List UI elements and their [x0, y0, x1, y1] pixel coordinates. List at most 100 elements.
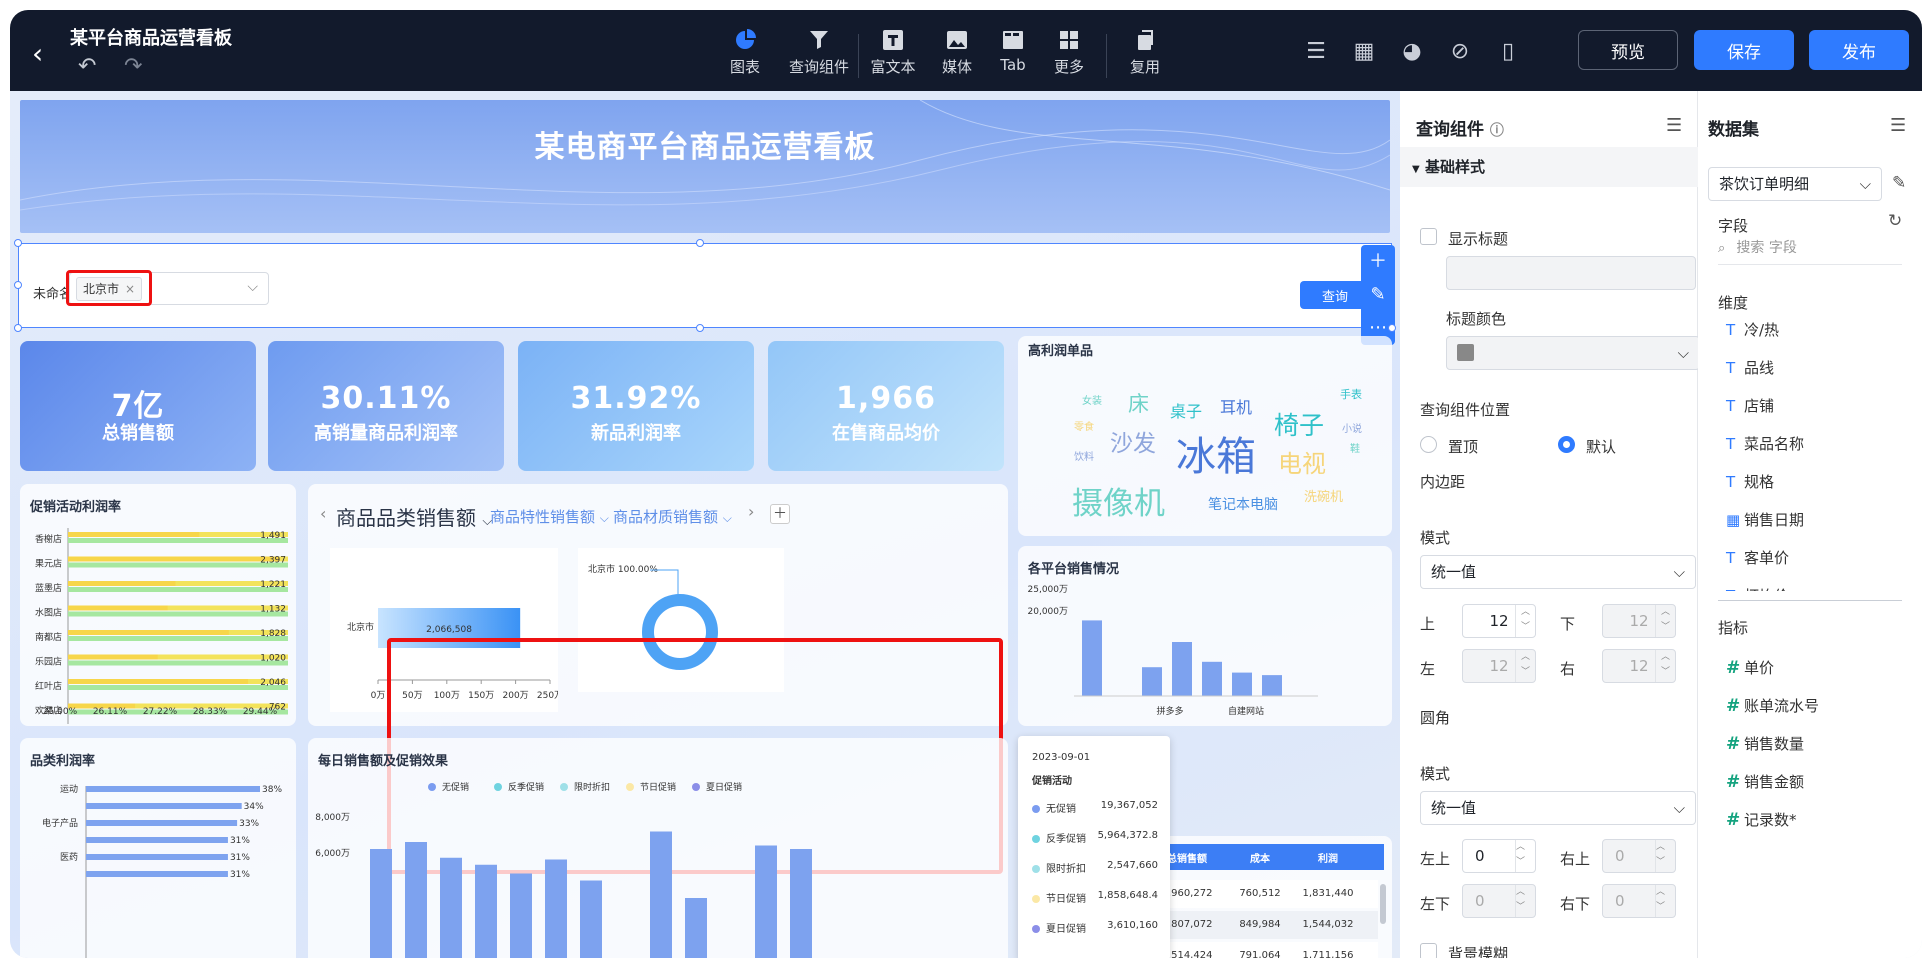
measure-field[interactable]: # 账单流水号 [1726, 695, 1819, 716]
radius-tl-stepper[interactable]: 0 ︿ ﹀ [1462, 839, 1536, 873]
search-field[interactable]: ⌕ 搜索 字段 [1718, 237, 1902, 265]
query-button[interactable]: 查询 [1300, 281, 1370, 309]
chevron-down-icon[interactable]: ⌵ [247, 279, 258, 295]
measure-field[interactable]: # 记录数* [1726, 809, 1797, 830]
tool-chart[interactable]: 图表 [710, 20, 780, 77]
measure-field[interactable]: # 单价 [1726, 657, 1774, 678]
chevron-down-icon: ⌵ [1673, 563, 1685, 581]
redo-icon[interactable]: ↷ [124, 54, 142, 79]
stepper-arrows[interactable]: ︿ ﹀ [1655, 885, 1675, 917]
edit-icon[interactable]: ✎ [1892, 173, 1906, 193]
info-icon[interactable]: ⓘ [1490, 123, 1504, 139]
y-tick-label: 香榭店 [35, 533, 62, 545]
add-tab-button[interactable]: ＋ [770, 504, 790, 524]
dimension-field[interactable]: T 规格 [1726, 471, 1774, 492]
category-profit-card: 品类利润率 运动 38% 34% 电子产品 33% 31% 医药 31% 31% [20, 738, 296, 958]
tab-item[interactable]: 商品特性销售额 ⌵ [490, 506, 609, 527]
radius-mode-select[interactable]: 统一值 ⌵ [1420, 791, 1696, 825]
tool-more[interactable]: 更多 [1034, 20, 1104, 77]
tool-reuse[interactable]: 复用 [1110, 20, 1180, 77]
resize-handle[interactable] [14, 324, 22, 332]
publish-button[interactable]: 发布 [1809, 30, 1909, 70]
eye-off-icon[interactable]: ⊘ [1446, 38, 1474, 66]
sliders-icon[interactable]: ☰ [1302, 38, 1330, 66]
resize-handle[interactable] [696, 324, 704, 332]
resize-handle[interactable] [1388, 324, 1396, 332]
back-icon[interactable]: ‹ [32, 36, 68, 72]
kpi-value: 1,966 [836, 381, 936, 416]
padding-bottom-stepper[interactable]: 12 ︿ ﹀ [1602, 604, 1676, 638]
palette-icon[interactable]: ◕ [1398, 38, 1426, 66]
padding-left-stepper[interactable]: 12 ︿ ﹀ [1462, 649, 1536, 683]
dimension-field[interactable]: T杯均价 [1726, 585, 1789, 591]
title-color-select[interactable]: ⌵ [1446, 336, 1700, 370]
dataset-select[interactable]: 茶饮订单明细 ⌵ [1708, 167, 1882, 201]
data-label: 1,221 [260, 580, 286, 590]
padding-right-stepper[interactable]: 12 ︿ ﹀ [1602, 649, 1676, 683]
layout-icon[interactable]: ▦ [1350, 38, 1378, 66]
tool-richtext[interactable]: 富文本 [858, 20, 928, 77]
app-window: ‹ 某平台商品运营看板 ↶ ↷ 图表 查询组件 富文本 媒体 Tab 更多 复用… [10, 10, 1922, 958]
show-title-checkbox[interactable] [1420, 228, 1437, 245]
resize-handle[interactable] [14, 239, 22, 247]
stepper-arrows[interactable]: ︿ ﹀ [1655, 840, 1675, 872]
resize-handle[interactable] [696, 239, 704, 247]
wordcloud-card: 高利润单品 冰箱 摄像机 椅子 电视 沙发 床 桌子 耳机 笔记本电脑 洗碗机 … [1018, 336, 1392, 536]
bar [68, 654, 158, 660]
kpi-label: 总销售额 [102, 423, 174, 444]
section-header[interactable]: ▼ 基础样式 [1400, 147, 1698, 187]
y-tick-label: 运动 [60, 784, 78, 795]
bar [86, 871, 228, 877]
measure-field[interactable]: # 销售金额 [1726, 771, 1804, 792]
dimension-field[interactable]: T 品线 [1726, 357, 1774, 378]
tab-icon [1003, 31, 1023, 49]
stepper-arrows[interactable]: ︿ ﹀ [1515, 650, 1535, 682]
tab-next-icon[interactable]: › [748, 502, 754, 521]
edit-icon[interactable]: ✎ [1361, 278, 1395, 311]
tool-query[interactable]: 查询组件 [784, 20, 854, 77]
dimension-field[interactable]: T 客单价 [1726, 547, 1789, 568]
tab-prev-icon[interactable]: ‹ [320, 504, 326, 523]
preview-button[interactable]: 预览 [1578, 30, 1678, 70]
stepper-arrows[interactable]: ︿ ﹀ [1515, 605, 1535, 637]
query-component[interactable]: 未命名 北京市 × ⌵ [18, 243, 1392, 328]
resize-handle[interactable] [14, 281, 22, 289]
y-tick-label: 水图店 [35, 607, 62, 619]
stepper-arrows[interactable]: ︿ ﹀ [1515, 840, 1535, 872]
add-icon[interactable]: ＋ [1361, 245, 1395, 278]
dimension-field[interactable]: T 冷/热 [1726, 319, 1779, 340]
padding-top-stepper[interactable]: 12 ︿ ﹀ [1462, 604, 1536, 638]
menu-icon[interactable]: ☰ [1666, 115, 1682, 136]
chevron-down-icon: ⌵ [1859, 175, 1871, 193]
stepper-value: 0 [1475, 847, 1485, 865]
radius-tr-stepper[interactable]: 0 ︿ ﹀ [1602, 839, 1676, 873]
dimension-field[interactable]: ▦ 销售日期 [1726, 509, 1804, 530]
stepper-arrows[interactable]: ︿ ﹀ [1655, 605, 1675, 637]
mobile-icon[interactable]: ▯ [1494, 38, 1522, 66]
table-scrollbar[interactable] [1380, 884, 1386, 924]
stepper-arrows[interactable]: ︿ ﹀ [1515, 885, 1535, 917]
stepper-arrows[interactable]: ︿ ﹀ [1655, 650, 1675, 682]
dimension-field[interactable]: T 店铺 [1726, 395, 1774, 416]
tab-item[interactable]: 商品材质销售额 ⌵ [613, 506, 732, 527]
radius-br-stepper[interactable]: 0 ︿ ﹀ [1602, 884, 1676, 918]
measure-field[interactable]: # 销售数量 [1726, 733, 1804, 754]
save-button[interactable]: 保存 [1694, 30, 1794, 70]
bar [510, 873, 532, 958]
radio-top[interactable] [1420, 436, 1437, 453]
title-input[interactable] [1446, 256, 1696, 290]
undo-icon[interactable]: ↶ [78, 54, 96, 79]
radius-bl-stepper[interactable]: 0 ︿ ﹀ [1462, 884, 1536, 918]
tool-chart-label: 图表 [729, 58, 760, 76]
menu-icon[interactable]: ☰ [1890, 115, 1906, 136]
tooltip-value: 2,547,660 [1107, 860, 1158, 871]
tab-item[interactable]: 商品品类销售额 ⌵ [336, 502, 492, 531]
tool-reuse-label: 复用 [1129, 58, 1160, 76]
bg-blur-checkbox[interactable] [1420, 943, 1437, 958]
bar-track [68, 636, 288, 641]
padding-mode-select[interactable]: 统一值 ⌵ [1420, 555, 1696, 589]
refresh-icon[interactable]: ↻ [1888, 211, 1902, 231]
dimension-field[interactable]: T 菜品名称 [1726, 433, 1804, 454]
bar [1082, 620, 1102, 696]
radio-default[interactable] [1558, 436, 1575, 453]
